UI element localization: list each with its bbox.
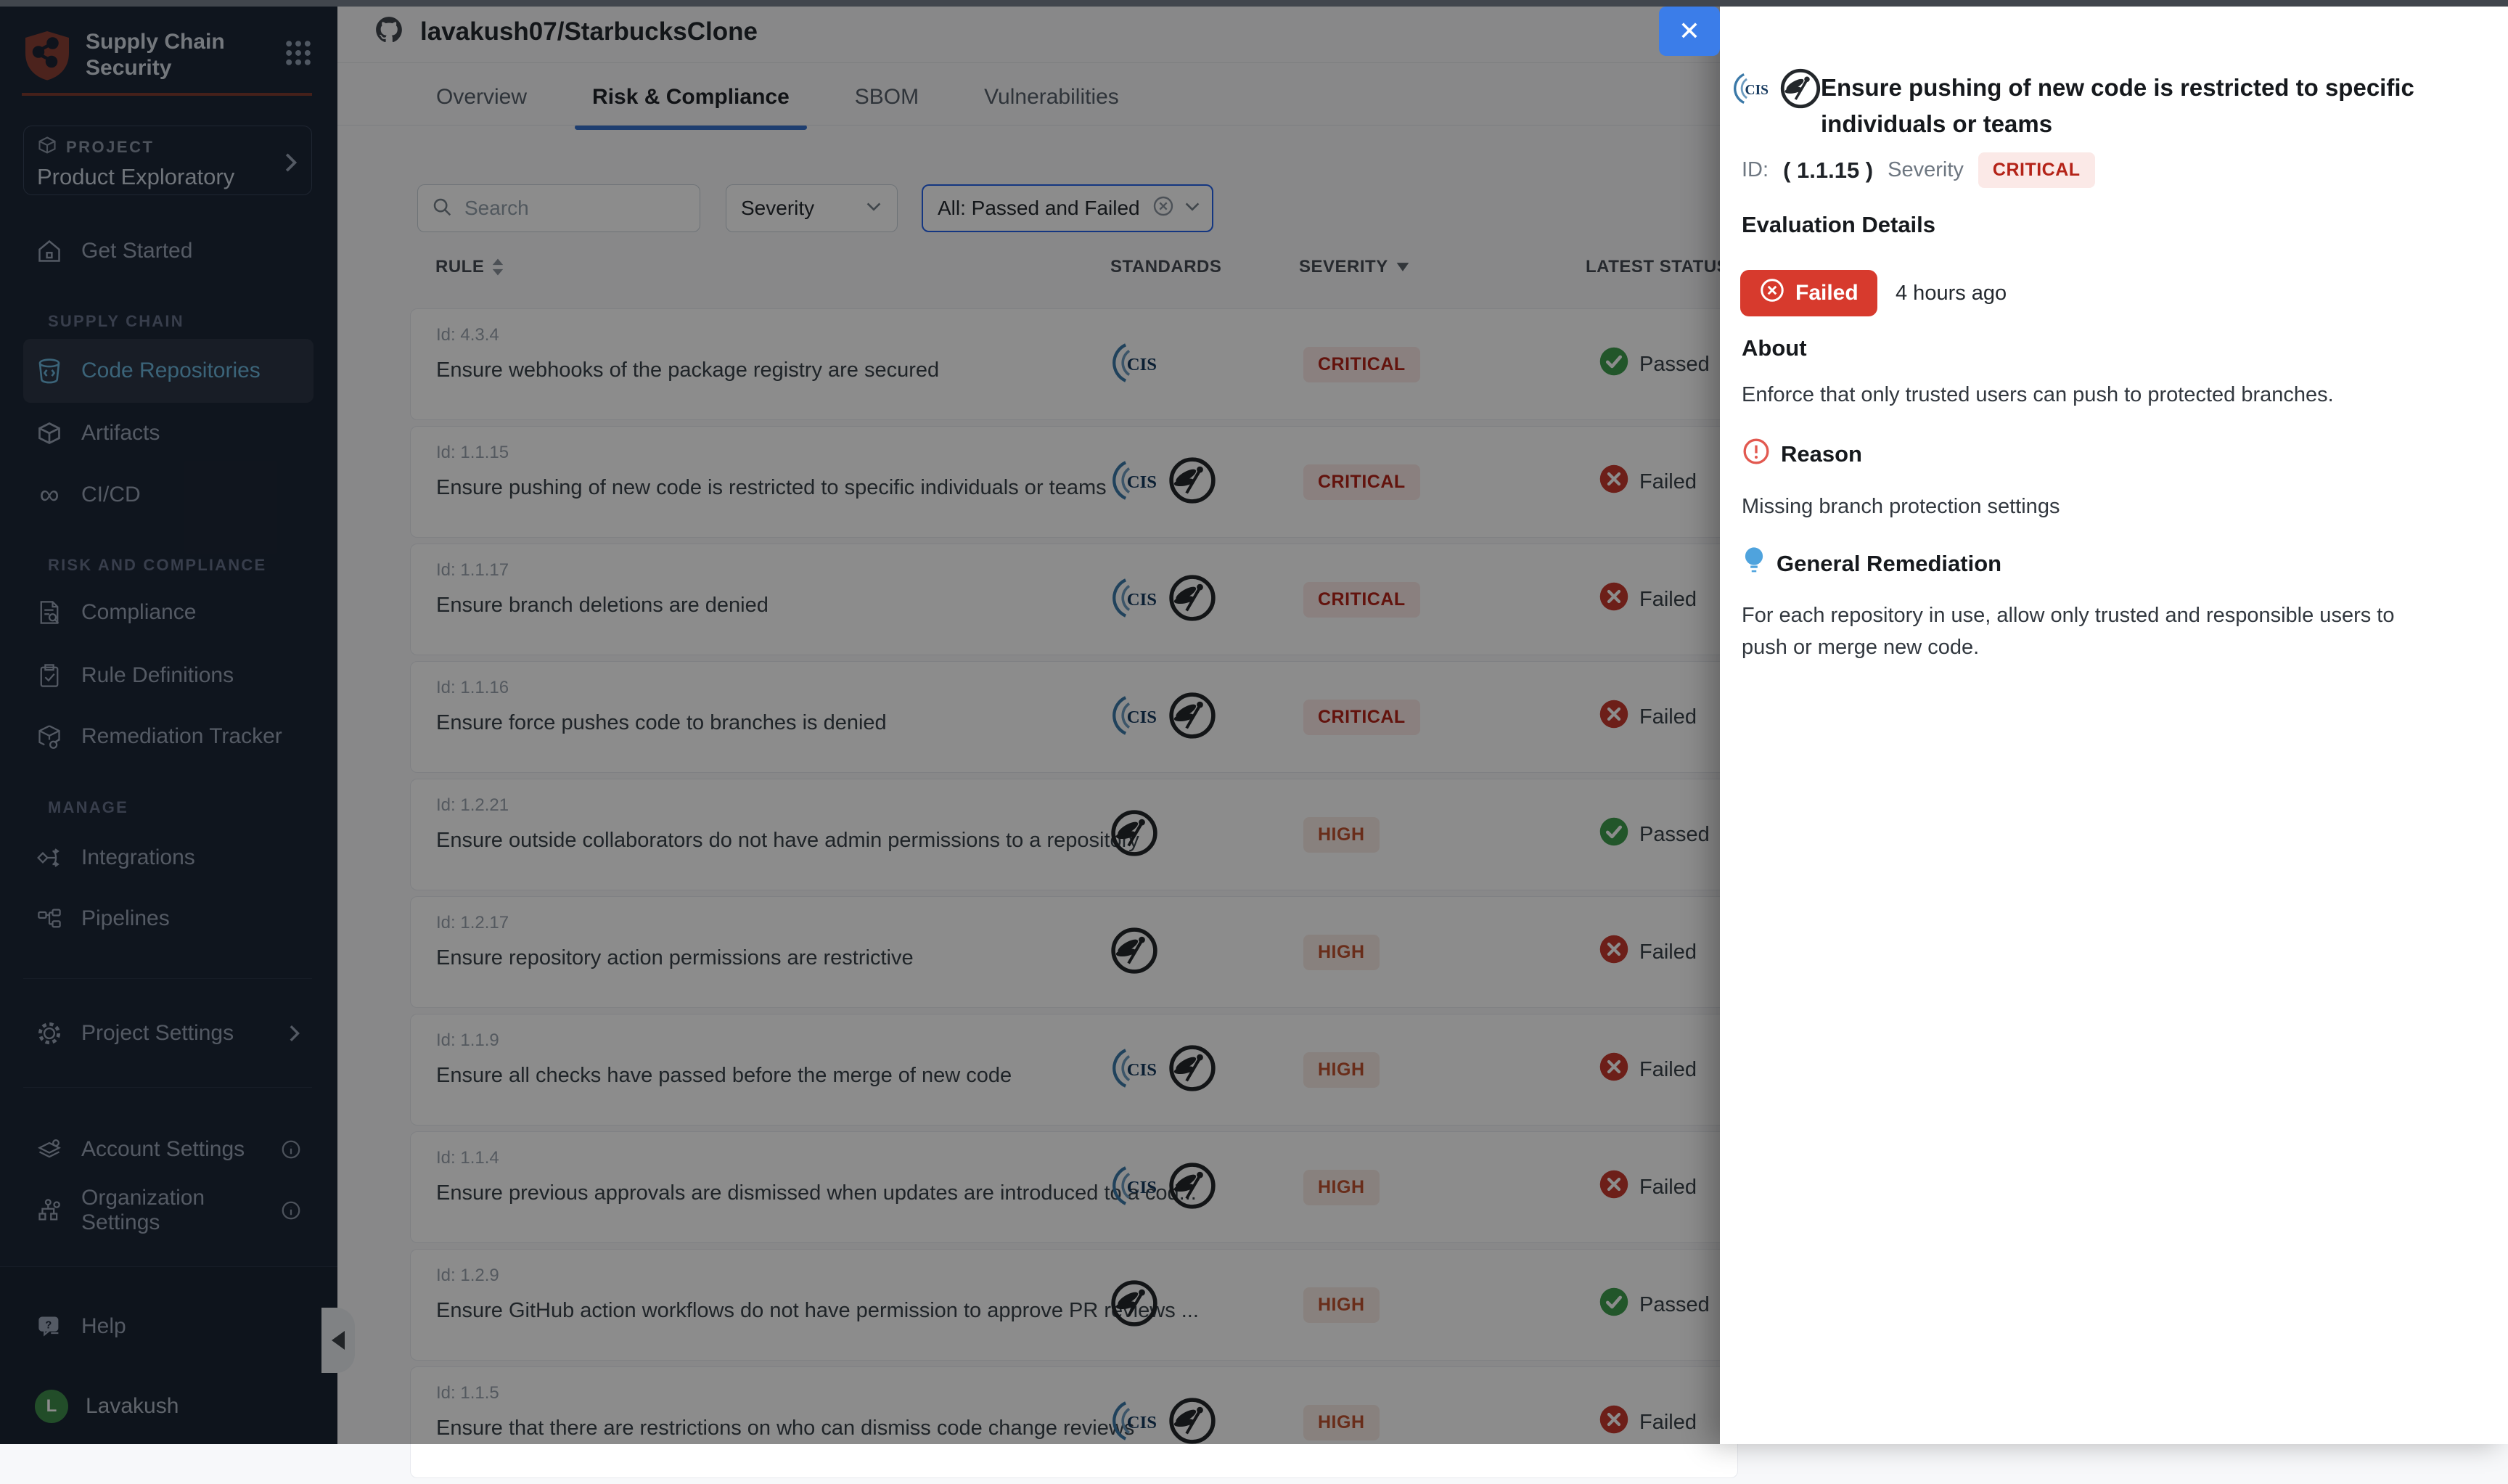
failed-circle-icon — [1759, 277, 1785, 309]
cis-badge: CIS — [1731, 70, 1769, 111]
severity-label: Severity — [1888, 158, 1964, 182]
id-value: ( 1.1.15 ) — [1783, 157, 1873, 184]
evaluation-timestamp: 4 hours ago — [1896, 270, 2007, 316]
evaluation-details-heading: Evaluation Details — [1742, 212, 1935, 238]
top-window-strip — [0, 0, 2508, 7]
owasp-badge — [1779, 67, 1822, 114]
lightbulb-icon — [1742, 546, 1766, 582]
about-text: Enforce that only trusted users can push… — [1742, 379, 2438, 411]
close-drawer-button[interactable]: ✕ — [1659, 7, 1720, 56]
id-label: ID: — [1742, 158, 1769, 182]
svg-text:CIS: CIS — [1745, 83, 1769, 98]
severity-badge: CRITICAL — [1978, 152, 2095, 188]
status-badge-failed: Failed — [1740, 270, 1877, 316]
alert-icon — [1742, 437, 1771, 472]
drawer-title: Ensure pushing of new code is restricted… — [1821, 70, 2507, 142]
reason-heading: Reason — [1742, 437, 1862, 472]
remediation-text: For each repository in use, allow only t… — [1742, 599, 2438, 663]
rule-detail-drawer: CIS Ensure pushing of new code is restri… — [1720, 0, 2508, 1444]
reason-text: Missing branch protection settings — [1742, 491, 2438, 522]
close-icon: ✕ — [1679, 16, 1700, 46]
general-remediation-heading: General Remediation — [1742, 546, 2001, 582]
about-heading: About — [1742, 335, 1807, 361]
